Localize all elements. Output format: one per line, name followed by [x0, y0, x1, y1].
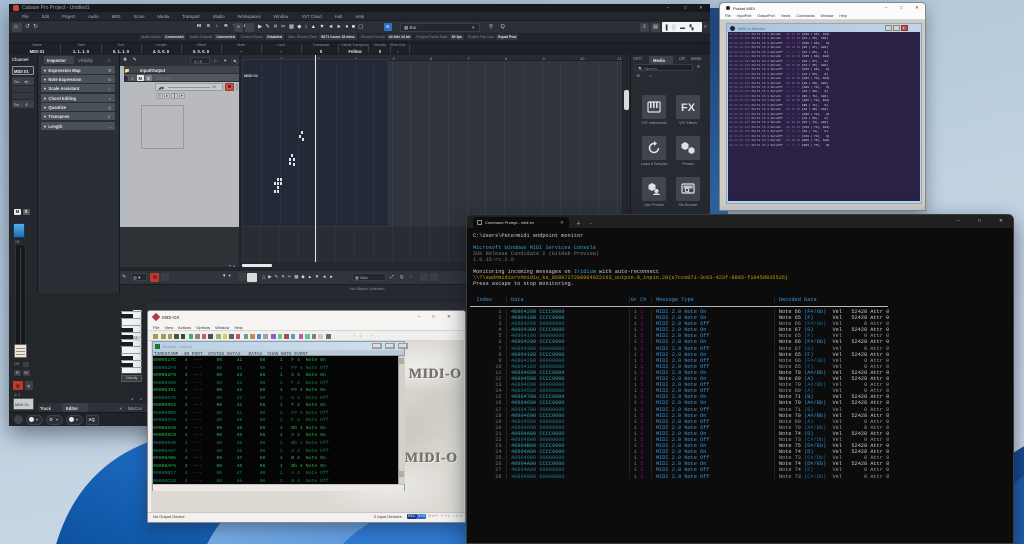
svg-text:FX: FX [681, 102, 696, 114]
